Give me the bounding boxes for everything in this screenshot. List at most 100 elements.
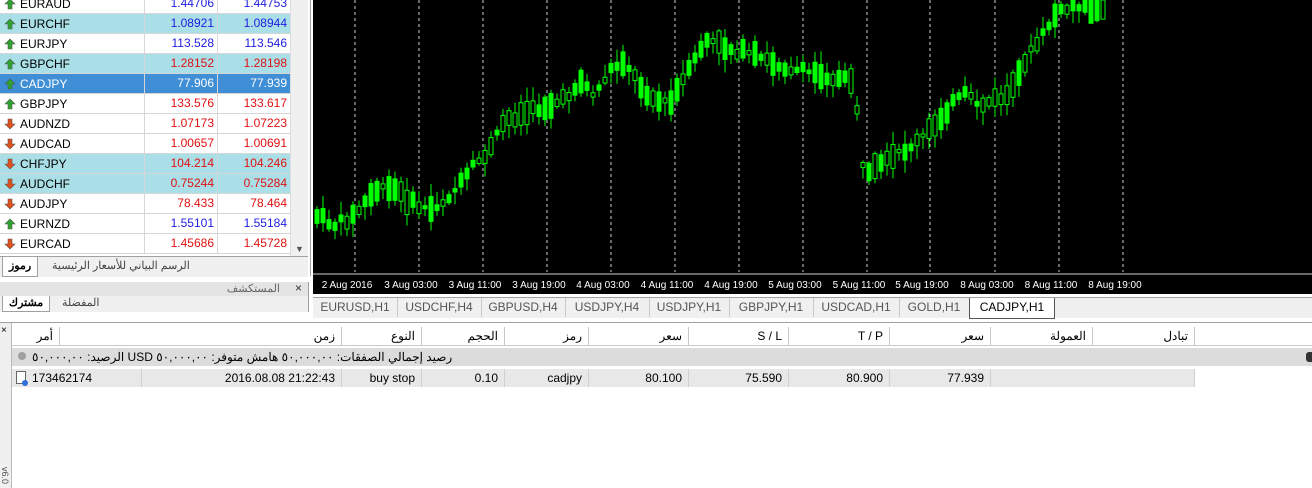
- candlestick-chart[interactable]: 2 Aug 2016 3 Aug 03:00 3 Aug 11:00 3 Aug 19…: [313, 0, 1312, 294]
- tab-symbols[interactable]: رموز: [2, 257, 39, 277]
- bid-price: 1.07173: [144, 114, 217, 133]
- candle: [344, 211, 350, 237]
- scroll-down-icon[interactable]: ▼: [295, 244, 304, 254]
- candle: [842, 62, 848, 88]
- tab-common[interactable]: مشترك: [2, 296, 51, 312]
- tab-favorites[interactable]: المفضلة: [56, 296, 105, 311]
- tab-tick-chart[interactable]: الرسم البياني للأسعار الرئيسية: [46, 257, 196, 276]
- symbol-cell: EURNZD: [0, 217, 144, 231]
- market-watch-row[interactable]: EURCHF 1.08921 1.08944: [0, 14, 290, 34]
- col-sl[interactable]: S / L: [689, 327, 789, 345]
- candle: [314, 206, 320, 229]
- col-symbol[interactable]: رمز: [505, 327, 589, 345]
- candle: [776, 57, 782, 81]
- tab-chart-window[interactable]: EURUSD,H1: [313, 298, 398, 317]
- symbol-name: EURJPY: [20, 36, 68, 51]
- close-icon[interactable]: ×: [295, 281, 302, 295]
- market-watch-row[interactable]: AUDCAD 1.00657 1.00691: [0, 134, 290, 154]
- candle: [704, 31, 710, 57]
- market-watch-row[interactable]: EURNZD 1.55101 1.55184: [0, 214, 290, 234]
- bid-price: 1.00657: [144, 134, 217, 153]
- col-type[interactable]: النوع: [342, 327, 422, 345]
- candle: [1028, 33, 1034, 64]
- col-order[interactable]: أمر: [12, 327, 60, 345]
- col-time[interactable]: زمن: [60, 327, 342, 345]
- col-price-current[interactable]: سعر: [890, 327, 991, 345]
- candle: [1058, 0, 1064, 18]
- candle: [896, 143, 902, 161]
- market-watch-row[interactable]: AUDCHF 0.75244 0.75284: [0, 174, 290, 194]
- candle: [470, 150, 476, 171]
- market-watch-row[interactable]: EURCAD 1.45686 1.45728: [0, 234, 290, 254]
- symbol-cell: AUDCAD: [0, 137, 144, 151]
- candle: [668, 78, 674, 122]
- tab-chart-window[interactable]: USDJPY,H1: [649, 298, 730, 317]
- market-watch-row[interactable]: GBPJPY 133.576 133.617: [0, 94, 290, 114]
- ask-price: 133.617: [217, 94, 290, 113]
- col-volume[interactable]: الحجم: [422, 327, 505, 345]
- arrow-down-icon: [4, 158, 16, 169]
- candle: [734, 40, 740, 63]
- ask-price: 1.55184: [217, 214, 290, 233]
- symbol-name: CHFJPY: [20, 156, 67, 171]
- candle: [890, 131, 896, 179]
- candle: [662, 91, 668, 116]
- tab-chart-window[interactable]: GBPJPY,H1: [729, 298, 814, 317]
- order-sl: 75.590: [689, 369, 789, 387]
- tab-chart-window[interactable]: USDJPY,H4: [565, 298, 650, 317]
- candle: [596, 80, 602, 97]
- candle: [476, 151, 482, 166]
- candle: [944, 99, 950, 131]
- candle: [938, 98, 944, 139]
- candle: [986, 94, 992, 110]
- candle: [482, 144, 488, 177]
- symbol-cell: EURAUD: [0, 0, 144, 11]
- close-icon[interactable]: ×: [1, 325, 7, 336]
- market-watch-row[interactable]: AUDJPY 78.433 78.464: [0, 194, 290, 214]
- symbol-name: EURAUD: [20, 0, 71, 11]
- candle: [410, 186, 416, 214]
- tab-chart-window[interactable]: USDCHF,H4: [397, 298, 482, 317]
- candle: [884, 142, 890, 176]
- candle: [614, 49, 620, 84]
- tab-chart-window[interactable]: CADJPY,H1: [969, 298, 1055, 319]
- market-watch-row[interactable]: EURAUD 1.44706 1.44753: [0, 0, 290, 14]
- candle: [416, 191, 422, 219]
- market-watch-scrollbar[interactable]: ▼: [290, 0, 308, 256]
- candle: [860, 160, 866, 179]
- candle: [338, 201, 344, 236]
- table-row[interactable]: 173462174 2016.08.08 21:22:43 buy stop 0…: [12, 369, 1312, 387]
- candle: [452, 176, 458, 205]
- candle: [446, 190, 452, 206]
- col-commission[interactable]: العمولة: [991, 327, 1093, 345]
- market-watch-row[interactable]: EURJPY 113.528 113.546: [0, 34, 290, 54]
- symbol-name: EURNZD: [20, 216, 70, 231]
- col-price[interactable]: سعر: [589, 327, 689, 345]
- symbol-cell: EURJPY: [0, 37, 144, 51]
- tab-chart-window[interactable]: GOLD,H1: [899, 298, 970, 317]
- symbol-name: AUDCAD: [20, 136, 71, 151]
- market-watch-row[interactable]: GBPCHF 1.28152 1.28198: [0, 54, 290, 74]
- bid-price: 133.576: [144, 94, 217, 113]
- time-label: 4 Aug 11:00: [641, 280, 694, 291]
- symbol-cell: AUDCHF: [0, 177, 144, 191]
- candle: [644, 77, 650, 111]
- col-swap[interactable]: تبادل: [1093, 327, 1195, 345]
- bid-price: 1.45686: [144, 234, 217, 253]
- market-watch-row[interactable]: CADJPY 77.906 77.939: [0, 74, 290, 94]
- order-ticket[interactable]: 173462174: [12, 369, 142, 387]
- price-chart[interactable]: 2 Aug 2016 3 Aug 03:00 3 Aug 11:00 3 Aug 19…: [313, 0, 1312, 294]
- order-price: 80.100: [589, 369, 689, 387]
- tab-chart-window[interactable]: USDCAD,H1: [813, 298, 900, 317]
- market-watch-row[interactable]: AUDNZD 1.07173 1.07223: [0, 114, 290, 134]
- ask-price: 0.75284: [217, 174, 290, 193]
- candle: [956, 88, 962, 105]
- candle: [740, 34, 746, 62]
- candle: [380, 176, 386, 200]
- candle: [560, 83, 566, 109]
- balance-text: رصيد إجمالي الصفقات: ٥٠,٠٠٠,٠٠ هامش متوف…: [32, 350, 453, 364]
- tab-chart-window[interactable]: GBPUSD,H4: [481, 298, 566, 317]
- candle: [356, 200, 362, 219]
- market-watch-row[interactable]: CHFJPY 104.214 104.246: [0, 154, 290, 174]
- col-tp[interactable]: T / P: [789, 327, 890, 345]
